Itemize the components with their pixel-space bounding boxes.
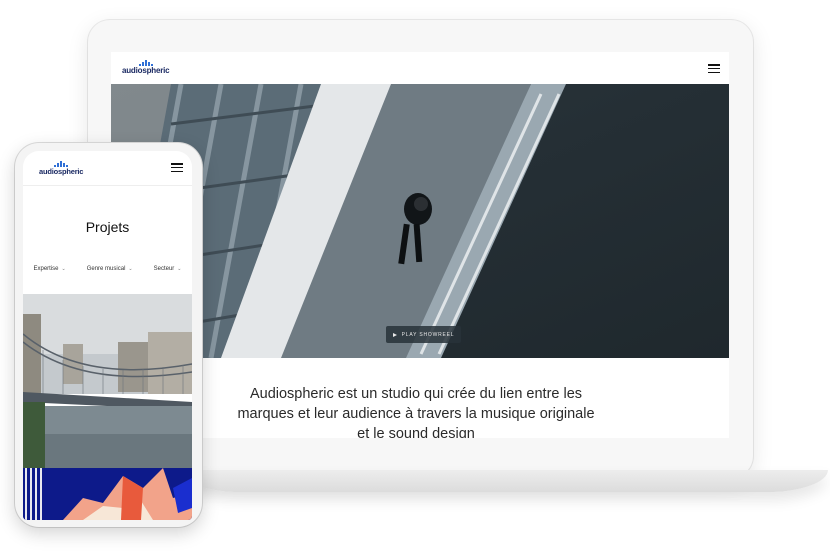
play-icon (392, 332, 397, 337)
filter-label: Expertise (33, 266, 59, 272)
filter-expertise[interactable]: Expertise ⌄ (34, 266, 66, 272)
laptop-base (180, 470, 828, 492)
hero-video[interactable]: PLAY SHOWREEL (111, 84, 729, 358)
phone-header: audiospheric (23, 151, 192, 186)
hamburger-icon[interactable] (708, 64, 720, 74)
filter-label: Genre musical (86, 266, 126, 272)
intro-text: Audiospheric est un studio qui crée du l… (237, 386, 595, 438)
filter-bar: Expertise ⌄ Genre musical ⌄ Secteur ⌄ (23, 266, 192, 272)
project-card-bridge[interactable] (23, 294, 192, 468)
filter-label: Secteur (153, 266, 175, 272)
chevron-down-icon: ⌄ (177, 266, 182, 272)
site-header: audiospheric (111, 52, 729, 84)
phone-logo-text: audiospheric (39, 167, 84, 176)
chevron-down-icon: ⌄ (61, 266, 66, 272)
filter-secteur[interactable]: Secteur ⌄ (154, 266, 182, 272)
filter-genre-musical[interactable]: Genre musical ⌄ (87, 266, 133, 272)
hero-bridge-image (111, 84, 729, 358)
page-title: Projets (85, 219, 130, 235)
logo-text: audiospheric (122, 66, 170, 75)
abstract-artwork (23, 468, 192, 520)
chevron-down-icon: ⌄ (128, 266, 133, 272)
bridge-photo (23, 294, 192, 468)
logo[interactable]: audiospheric (122, 60, 170, 75)
play-showreel-button[interactable]: PLAY SHOWREEL (386, 326, 461, 343)
phone-screen: audiospheric Projets Expertise ⌄ Genre m… (23, 151, 192, 520)
play-showreel-label: PLAY SHOWREEL (401, 331, 455, 338)
hamburger-icon[interactable] (171, 163, 183, 173)
laptop-screen: audiospheric PLAY SHOWREEL Audiospheric … (111, 52, 729, 438)
phone-logo[interactable]: audiospheric (39, 161, 83, 176)
project-card-illustration[interactable] (23, 468, 192, 520)
